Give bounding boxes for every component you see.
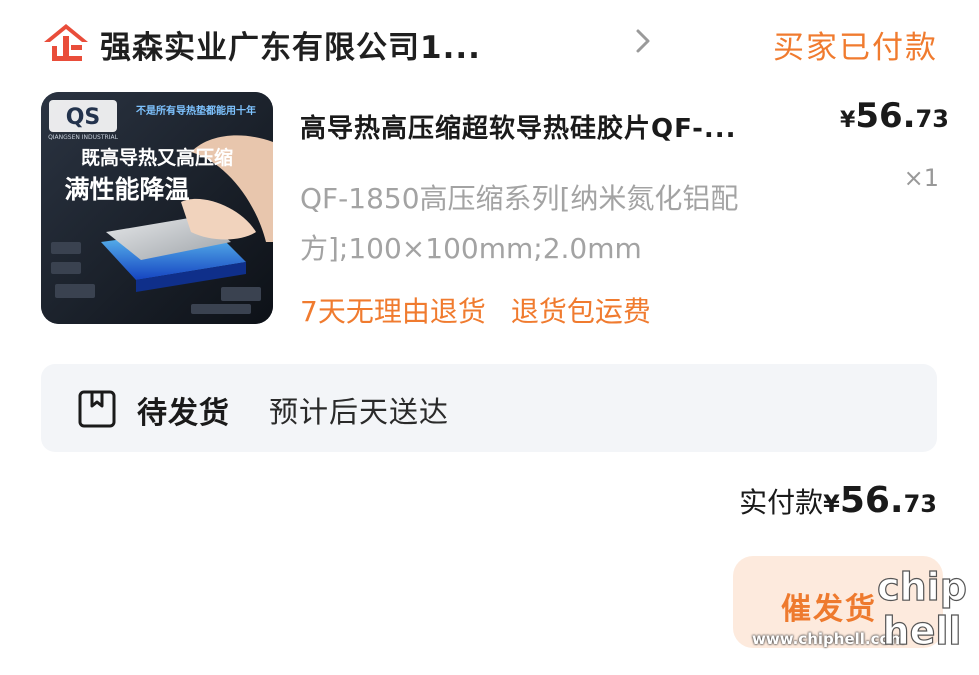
amount-paid-currency: ¥ <box>823 490 840 518</box>
price-decimal: 73 <box>915 105 949 133</box>
package-box-icon <box>77 389 117 429</box>
amount-paid-decimal: 73 <box>903 490 937 518</box>
enterprise-badge-icon <box>40 20 92 64</box>
tag-free-return-shipping: 退货包运费 <box>510 295 651 328</box>
brand-subtitle: QIANGSEN INDUSTRIAL <box>48 134 119 141</box>
product-title[interactable]: 高导热高压缩超软导热硅胶片QF-... <box>300 108 737 145</box>
price-integer: 56. <box>855 96 916 136</box>
product-spec: QF-1850高压缩系列[纳米氮化铝配方];100×100mm;2.0mm <box>300 182 739 265</box>
image-line-2: 满性能降温 <box>64 175 189 204</box>
amount-paid-label: 实付款 <box>739 486 824 519</box>
shipping-status-bar[interactable]: 待发货 预计后天送达 <box>41 364 937 452</box>
price-currency: ¥ <box>840 108 856 133</box>
svg-text:hell: hell <box>883 609 962 653</box>
shop-name[interactable]: 强森实业广东有限公司1... <box>100 22 481 67</box>
order-status: 买家已付款 <box>773 30 938 66</box>
service-tags: 7天无理由退货 退货包运费 <box>300 290 671 330</box>
image-badge: 不是所有导热垫都能用十年 <box>136 104 256 117</box>
brand-logo-text: QS <box>66 105 101 130</box>
tag-7day-return: 7天无理由退货 <box>300 295 486 328</box>
product-quantity: ×1 <box>903 164 939 192</box>
urge-shipment-label: 催发货 <box>781 593 877 626</box>
shipping-eta: 预计后天送达 <box>269 395 450 429</box>
product-image[interactable]: QS QIANGSEN INDUSTRIAL 不是所有导热垫都能用十年 既高导热… <box>41 92 273 324</box>
svg-text:chip: chip <box>878 565 966 609</box>
watermark-logo: chip hell <box>876 558 967 658</box>
amount-paid-integer: 56. <box>839 480 904 521</box>
shipping-status: 待发货 <box>137 396 230 431</box>
chevron-right-icon[interactable] <box>630 24 656 58</box>
shop-header[interactable]: 强森实业广东有限公司1... 买家已付款 <box>40 12 940 68</box>
image-line-1: 既高导热又高压缩 <box>81 146 233 169</box>
product-price: ¥56.73 <box>840 96 949 136</box>
amount-paid: 实付款¥56.73 <box>739 480 937 521</box>
